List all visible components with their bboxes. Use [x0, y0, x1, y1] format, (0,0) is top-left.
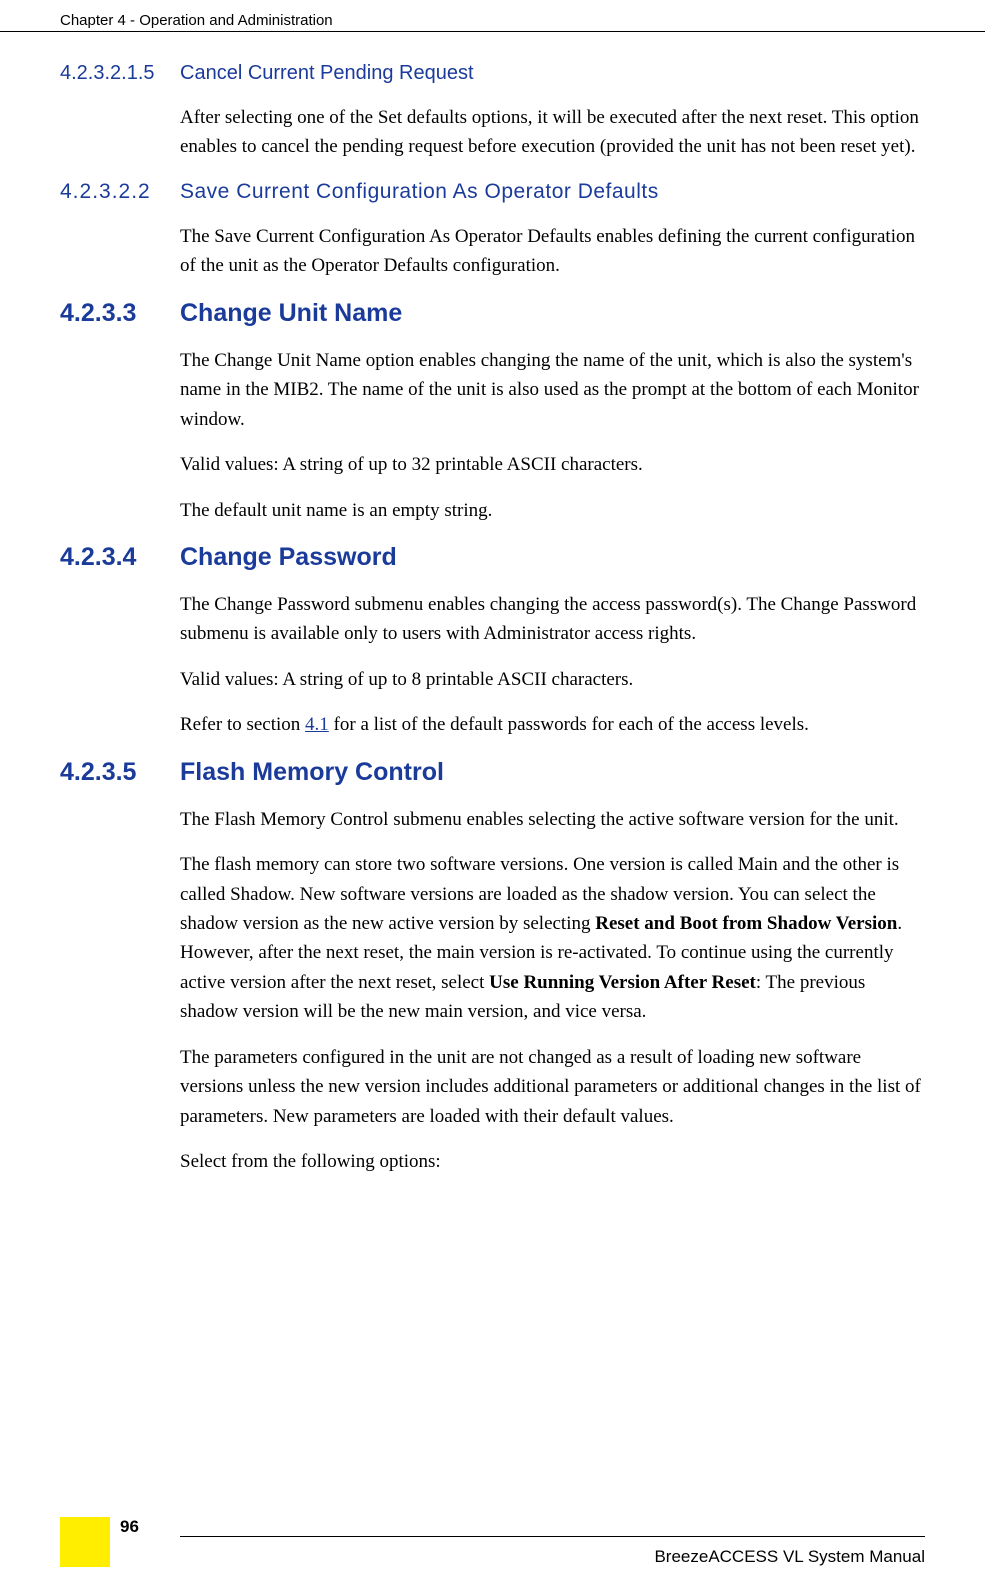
page-footer: BreezeACCESS VL System Manual 96 — [0, 1536, 985, 1567]
section-number: 4.2.3.3 — [60, 299, 180, 328]
section-title: Flash Memory Control — [180, 758, 925, 787]
body-text: The Save Current Configuration As Operat… — [180, 222, 925, 281]
footer-manual-name: BreezeACCESS VL System Manual — [180, 1536, 925, 1567]
page-number: 96 — [120, 1517, 139, 1537]
page-marker-icon — [60, 1517, 110, 1567]
section-title: Cancel Current Pending Request — [180, 62, 925, 85]
body-text: The Change Unit Name option enables chan… — [180, 346, 925, 434]
body-block: The Change Password submenu enables chan… — [180, 590, 925, 740]
heading-flash-memory: 4.2.3.5 Flash Memory Control — [60, 758, 925, 787]
bold-text: Use Running Version After Reset — [489, 972, 756, 993]
section-number: 4.2.3.2.1.5 — [60, 62, 180, 85]
body-text: Refer to section 4.1 for a list of the d… — [180, 710, 925, 739]
section-link[interactable]: 4.1 — [305, 714, 329, 735]
body-text: After selecting one of the Set defaults … — [180, 103, 925, 162]
chapter-title: Chapter 4 - Operation and Administration — [60, 12, 333, 29]
section-title: Change Unit Name — [180, 299, 925, 328]
section-number: 4.2.3.5 — [60, 758, 180, 787]
heading-save-config: 4.2.3.2.2 Save Current Configuration As … — [60, 180, 925, 204]
body-text: The default unit name is an empty string… — [180, 496, 925, 525]
body-text: Valid values: A string of up to 32 print… — [180, 450, 925, 479]
bold-text: Reset and Boot from Shadow Version — [595, 913, 897, 934]
heading-change-password: 4.2.3.4 Change Password — [60, 543, 925, 572]
body-text: Valid values: A string of up to 8 printa… — [180, 665, 925, 694]
section-title: Save Current Configuration As Operator D… — [180, 180, 925, 204]
section-title: Change Password — [180, 543, 925, 572]
body-block: The Change Unit Name option enables chan… — [180, 346, 925, 525]
body-block: After selecting one of the Set defaults … — [180, 103, 925, 162]
text-before-link: Refer to section — [180, 714, 305, 735]
body-text: The Change Password submenu enables chan… — [180, 590, 925, 649]
body-block: The Flash Memory Control submenu enables… — [180, 805, 925, 1177]
body-block: The Save Current Configuration As Operat… — [180, 222, 925, 281]
body-text: Select from the following options: — [180, 1147, 925, 1176]
page-header: Chapter 4 - Operation and Administration — [0, 0, 985, 32]
heading-change-unit-name: 4.2.3.3 Change Unit Name — [60, 299, 925, 328]
body-text: The flash memory can store two software … — [180, 850, 925, 1027]
body-text: The parameters configured in the unit ar… — [180, 1043, 925, 1131]
page-content: 4.2.3.2.1.5 Cancel Current Pending Reque… — [0, 32, 985, 1177]
section-number: 4.2.3.4 — [60, 543, 180, 572]
heading-cancel-pending: 4.2.3.2.1.5 Cancel Current Pending Reque… — [60, 62, 925, 85]
section-number: 4.2.3.2.2 — [60, 180, 180, 204]
text-after-link: for a list of the default passwords for … — [329, 714, 809, 735]
body-text: The Flash Memory Control submenu enables… — [180, 805, 925, 834]
